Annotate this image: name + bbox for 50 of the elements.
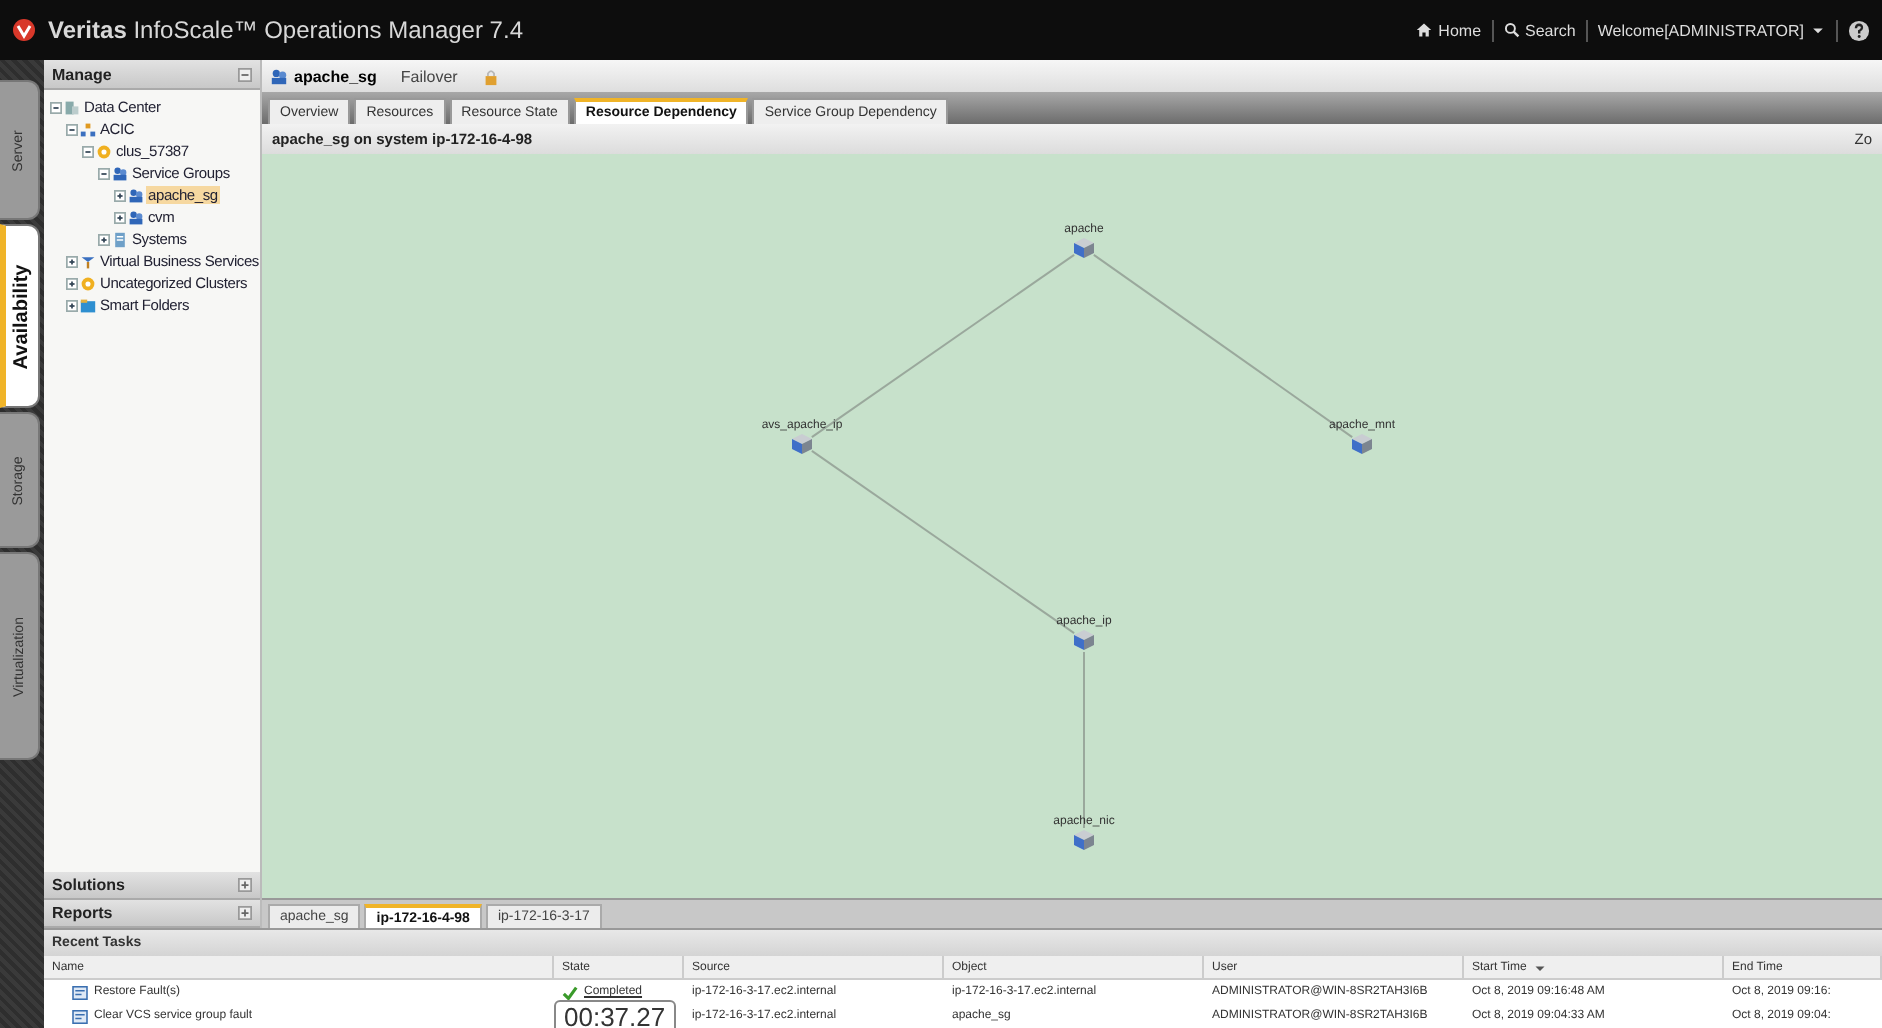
folder-icon <box>80 297 96 313</box>
help-icon[interactable] <box>1848 19 1870 41</box>
sort-icon <box>1534 961 1547 973</box>
task-icon <box>72 985 88 999</box>
expand-icon[interactable] <box>114 211 126 223</box>
group-icon <box>270 67 288 85</box>
organization-icon <box>80 121 96 137</box>
system-icon <box>112 231 128 247</box>
cluster-icon <box>96 143 112 159</box>
expand-icon[interactable] <box>66 299 78 311</box>
expand-icon[interactable] <box>98 233 110 245</box>
top-link[interactable]: Search <box>1503 21 1576 39</box>
check-icon <box>562 985 578 999</box>
logo-icon <box>12 18 36 42</box>
expand-icon[interactable] <box>66 277 78 289</box>
section-header[interactable]: Solutions <box>44 872 260 900</box>
business-icon <box>80 253 96 269</box>
task-icon <box>72 1009 88 1023</box>
timer-overlay: 00:37.27 <box>554 1000 676 1028</box>
app-title: Veritas InfoScale™ Operations Manager 7.4 <box>48 16 523 44</box>
cube-icon[interactable] <box>792 434 812 454</box>
collapse-icon[interactable] <box>66 123 78 135</box>
top-link[interactable]: Welcome[ADMINISTRATOR] <box>1597 21 1826 39</box>
collapse-icon[interactable] <box>50 101 62 113</box>
datacenter-icon <box>64 99 80 115</box>
collapse-icon[interactable] <box>82 145 94 157</box>
groups-icon <box>112 165 128 181</box>
panel-title: Manage <box>52 65 112 83</box>
cluster-icon <box>80 275 96 291</box>
cube-icon[interactable] <box>1074 630 1094 650</box>
expand-icon <box>238 906 252 920</box>
expand-icon[interactable] <box>66 255 78 267</box>
cube-icon[interactable] <box>1352 434 1372 454</box>
section-header[interactable]: Reports <box>44 900 260 928</box>
group-icon <box>128 209 144 225</box>
collapse-icon[interactable] <box>98 167 110 179</box>
collapse-icon[interactable] <box>238 67 252 81</box>
expand-icon <box>238 878 252 892</box>
lock-icon <box>481 67 500 85</box>
object-type: Failover <box>400 67 458 85</box>
side-tab[interactable]: Availability <box>0 224 40 408</box>
top-link[interactable]: Home <box>1416 21 1482 39</box>
cube-icon[interactable] <box>1074 238 1094 258</box>
expand-icon[interactable] <box>114 189 126 201</box>
object-name: apache_sg <box>294 67 377 85</box>
caret-icon <box>1810 22 1826 38</box>
cube-icon[interactable] <box>1074 830 1094 850</box>
home-icon <box>1416 22 1433 38</box>
search-icon <box>1503 22 1520 38</box>
group-icon <box>128 187 144 203</box>
